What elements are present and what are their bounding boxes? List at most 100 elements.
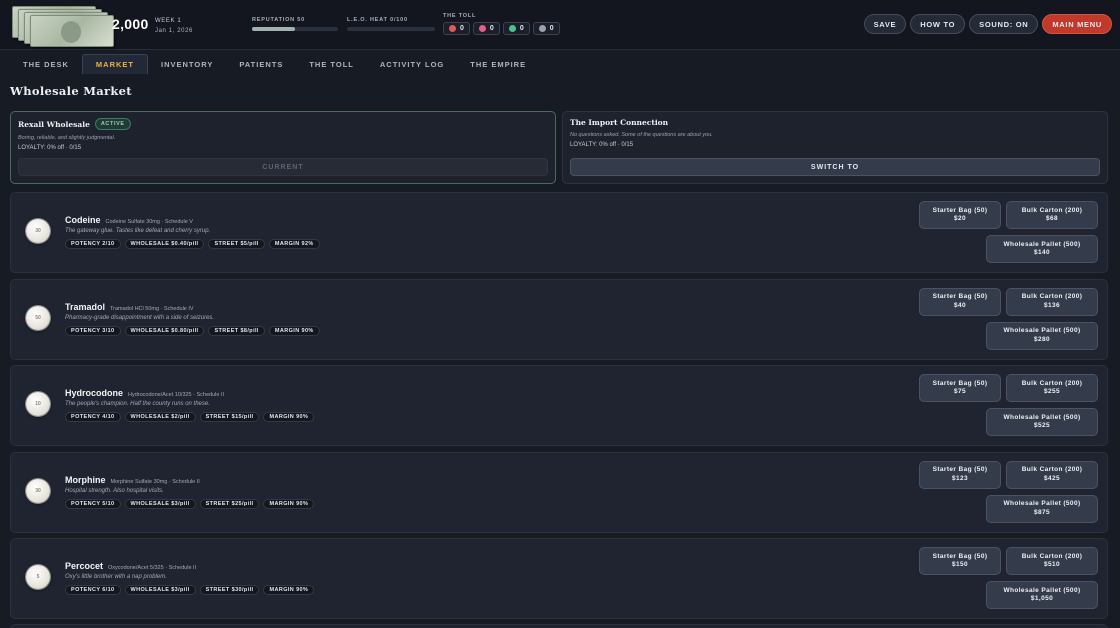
top-actions: SAVE HOW TO SOUND: ON MAIN MENU bbox=[863, 14, 1112, 34]
buy-starter-bag-button[interactable]: Starter Bag (50) $75 bbox=[919, 374, 1001, 402]
buy-price: $68 bbox=[1045, 215, 1059, 222]
tab-the-empire[interactable]: THE EMPIRE bbox=[457, 54, 539, 74]
buy-starter-bag-button[interactable]: Starter Bag (50) $20 bbox=[919, 201, 1001, 229]
buy-starter-bag-button[interactable]: Starter Bag (50) $40 bbox=[919, 287, 1001, 316]
reputation-meter-fill bbox=[252, 27, 295, 31]
switch-supplier-button[interactable]: SWITCH TO bbox=[570, 158, 1100, 176]
buy-starter-bag-button[interactable]: Starter Bag (50) $123 bbox=[919, 460, 1001, 489]
buy-wholesale-pallet-button[interactable]: Wholesale Pallet (500) $1,050 bbox=[986, 581, 1098, 609]
pill-icon: 30 bbox=[26, 478, 50, 503]
product-subtitle: Morphine Sulfate 30mg · Schedule II bbox=[110, 478, 200, 485]
supplier-desc: Boring, reliable, and slightly judgmenta… bbox=[18, 135, 116, 141]
product-tag: POTENCY 3/10 bbox=[65, 325, 121, 336]
buy-price: $525 bbox=[1033, 422, 1051, 429]
buy-bulk-carton-button[interactable]: Bulk Carton (200) $136 bbox=[1006, 287, 1098, 316]
buy-price: $75 bbox=[953, 388, 967, 395]
product-tag: MARGIN 90% bbox=[263, 585, 315, 595]
reputation-label: REPUTATION 50 bbox=[252, 17, 305, 23]
page-title: Wholesale Market bbox=[10, 84, 132, 98]
buy-label: Bulk Carton (200) bbox=[1021, 466, 1083, 473]
product-tags: POTENCY 3/10 WHOLESALE $0.80/pill STREET $… bbox=[65, 325, 320, 336]
product-tag: POTENCY 5/10 bbox=[65, 498, 121, 509]
tab-patients[interactable]: PATIENTS bbox=[226, 54, 296, 74]
product-tag: POTENCY 6/10 bbox=[65, 585, 121, 595]
tab-activity-log[interactable]: ACTIVITY LOG bbox=[367, 54, 457, 74]
supplier-name-row: Rexall Wholesale ACTIVE bbox=[18, 118, 548, 130]
toll-value: 0 bbox=[549, 25, 554, 32]
buy-label: Bulk Carton (200) bbox=[1021, 293, 1083, 300]
buy-bulk-carton-button[interactable]: Bulk Carton (200) $68 bbox=[1006, 201, 1098, 229]
buy-wholesale-pallet-button[interactable]: Wholesale Pallet (500) $525 bbox=[986, 408, 1098, 436]
product-desc: Oxy's little brother with a nap problem. bbox=[65, 574, 167, 580]
supplier-name: The Import Connection bbox=[570, 118, 669, 127]
toll-value: 0 bbox=[519, 25, 524, 32]
product-card: 30 Codeine Codeine Sulfate 30mg · Schedu… bbox=[10, 192, 1108, 273]
buy-wholesale-pallet-button[interactable]: Wholesale Pallet (500) $140 bbox=[986, 235, 1098, 263]
toll-value: 0 bbox=[460, 25, 464, 32]
tab-the-desk[interactable]: THE DESK bbox=[10, 54, 82, 74]
buy-wholesale-pallet-button[interactable]: Wholesale Pallet (500) $280 bbox=[986, 321, 1098, 350]
product-tag: POTENCY 4/10 bbox=[65, 412, 121, 422]
pill-icon: 50 bbox=[26, 305, 50, 330]
buy-label: Wholesale Pallet (500) bbox=[1003, 586, 1081, 594]
save-button[interactable]: SAVE bbox=[863, 14, 907, 34]
supplier-name-row: The Import Connection bbox=[570, 118, 1100, 127]
active-badge: ACTIVE bbox=[94, 118, 131, 130]
product-card: 5 Percocet Oxycodone/Acet 5/325 · Schedu… bbox=[10, 538, 1108, 619]
buy-bulk-carton-button[interactable]: Bulk Carton (200) $510 bbox=[1006, 547, 1098, 575]
product-tag: WHOLESALE $2/pill bbox=[124, 412, 196, 422]
date-label: Jan 1, 2026 bbox=[155, 28, 193, 34]
product-info: Hydrocodone Hydrocodone/Acet 10/325 · Sc… bbox=[65, 388, 315, 422]
product-name: Tramadol bbox=[65, 301, 106, 312]
pill-icon: 10 bbox=[26, 392, 50, 416]
pill-imprint: 30 bbox=[35, 487, 41, 494]
toll-value: 0 bbox=[489, 25, 494, 32]
cash-amount: 2,000 bbox=[112, 16, 149, 32]
buy-price: $136 bbox=[1043, 301, 1061, 309]
buy-price: $255 bbox=[1043, 388, 1061, 395]
buy-price: $875 bbox=[1033, 508, 1051, 516]
buy-price: $425 bbox=[1043, 474, 1061, 482]
supplier-name: Rexall Wholesale bbox=[18, 119, 90, 129]
product-desc: The people's champion. Half the county r… bbox=[65, 401, 210, 407]
tab-inventory[interactable]: INVENTORY bbox=[148, 54, 226, 74]
buy-wholesale-pallet-button[interactable]: Wholesale Pallet (500) $875 bbox=[986, 494, 1098, 523]
toll-pill: 0 bbox=[443, 22, 470, 35]
buy-price: $280 bbox=[1033, 335, 1051, 343]
tab-market[interactable]: MARKET bbox=[81, 54, 149, 74]
product-name-row: Morphine Morphine Sulfate 30mg · Schedul… bbox=[65, 475, 314, 485]
product-tags: POTENCY 5/10 WHOLESALE $3/pill STREET $25/… bbox=[65, 498, 315, 509]
supplier-card-import: The Import Connection No questions asked… bbox=[562, 111, 1108, 184]
buy-label: Starter Bag (50) bbox=[932, 379, 988, 387]
how-to-button[interactable]: HOW TO bbox=[910, 14, 966, 34]
buy-bulk-carton-button[interactable]: Bulk Carton (200) $255 bbox=[1006, 374, 1098, 402]
product-name-row: Tramadol Tramadol HCl 50mg · Schedule IV bbox=[65, 302, 320, 312]
buy-price: $1,050 bbox=[1030, 595, 1054, 602]
product-tag: WHOLESALE $3/pill bbox=[124, 498, 196, 509]
pill-imprint: 50 bbox=[35, 314, 41, 321]
supplier-loyalty: LOYALTY: 0% off · 0/15 bbox=[18, 145, 82, 151]
buy-label: Bulk Carton (200) bbox=[1021, 206, 1083, 214]
current-supplier-button: CURRENT bbox=[18, 158, 548, 176]
product-tag: MARGIN 92% bbox=[268, 239, 320, 249]
product-tag: WHOLESALE $0.80/pill bbox=[124, 325, 205, 336]
product-subtitle: Codeine Sulfate 30mg · Schedule V bbox=[105, 219, 193, 225]
heat-meter bbox=[347, 27, 435, 31]
product-tags: POTENCY 6/10 WHOLESALE $3/pill STREET $30/… bbox=[65, 585, 315, 595]
buy-bulk-carton-button[interactable]: Bulk Carton (200) $425 bbox=[1006, 460, 1098, 489]
product-tag: STREET $30/pill bbox=[199, 585, 260, 595]
main-menu-button[interactable]: MAIN MENU bbox=[1042, 14, 1112, 34]
sound-toggle-button[interactable]: SOUND: ON bbox=[969, 14, 1039, 34]
product-tag: WHOLESALE $0.40/pill bbox=[124, 239, 205, 249]
heat-label: L.E.O. HEAT 0/100 bbox=[347, 17, 408, 23]
buy-starter-bag-button[interactable]: Starter Bag (50) $150 bbox=[919, 547, 1001, 575]
product-tags: POTENCY 2/10 WHOLESALE $0.40/pill STREET $… bbox=[65, 239, 320, 249]
buy-label: Wholesale Pallet (500) bbox=[1003, 500, 1081, 507]
week-block: WEEK 1 Jan 1, 2026 bbox=[155, 16, 193, 36]
product-tag: STREET $15/pill bbox=[199, 412, 260, 422]
product-tag: MARGIN 90% bbox=[263, 412, 315, 422]
product-desc: The gateway glue. Tastes like defeat and… bbox=[65, 228, 211, 234]
tab-the-toll[interactable]: THE TOLL bbox=[296, 54, 367, 74]
toll-pill: 0 bbox=[472, 22, 500, 35]
buy-price: $140 bbox=[1033, 249, 1051, 256]
